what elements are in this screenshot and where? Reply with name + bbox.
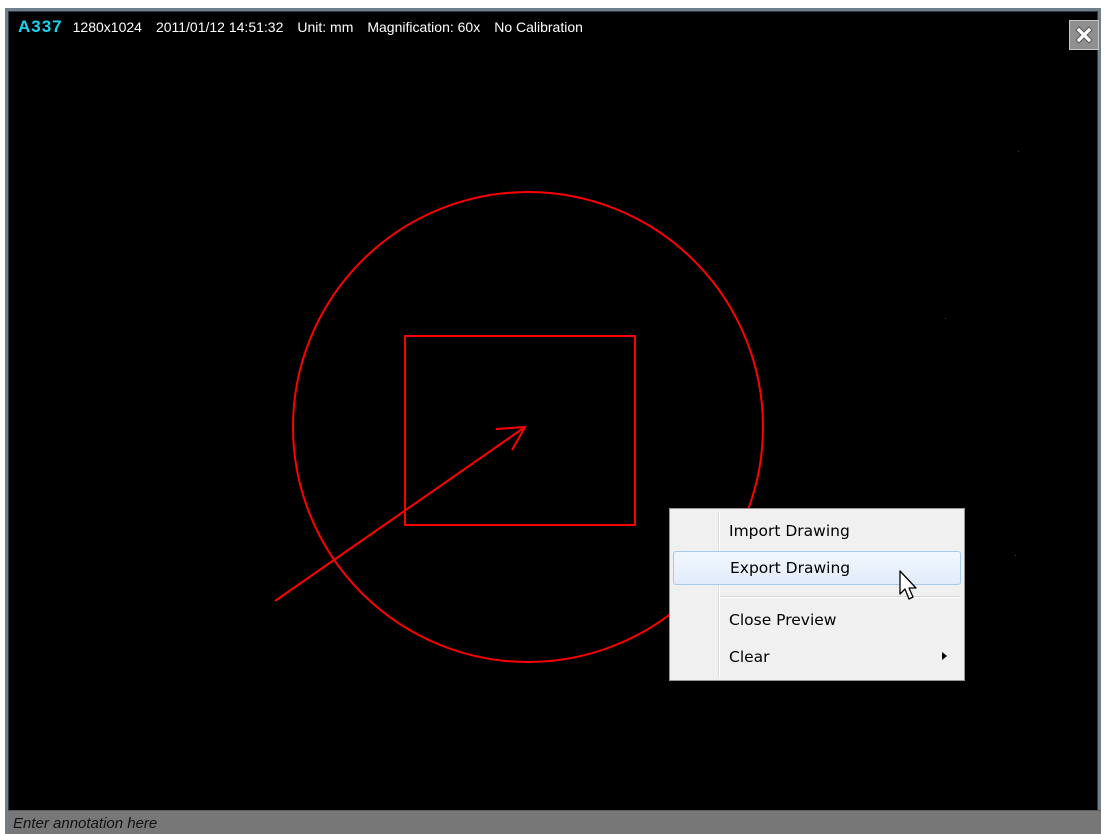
close-button[interactable]	[1069, 20, 1099, 50]
annotation-input[interactable]	[8, 811, 1101, 834]
menu-item-close-preview[interactable]: Close Preview	[673, 603, 961, 637]
menu-item-label: Import Drawing	[729, 522, 850, 540]
annotation-bar	[8, 810, 1101, 834]
unit-label: Unit: mm	[297, 19, 354, 35]
menu-item-label: Clear	[729, 648, 770, 666]
menu-item-clear[interactable]: Clear	[673, 640, 961, 674]
submenu-arrow-icon	[942, 652, 947, 660]
info-bar: A337 1280x1024 2011/01/12 14:51:32 Unit:…	[18, 17, 597, 37]
menu-item-import-drawing[interactable]: Import Drawing	[673, 514, 961, 548]
mouse-pointer-icon	[899, 570, 917, 600]
close-x-icon	[1075, 26, 1093, 44]
camera-id: A337	[18, 17, 63, 36]
menu-item-label: Export Drawing	[730, 559, 851, 577]
magnification-label: Magnification: 60x	[367, 19, 481, 35]
menu-separator	[720, 596, 960, 598]
calibration-label: No Calibration	[494, 19, 583, 35]
resolution-label: 1280x1024	[72, 19, 142, 35]
menu-item-label: Close Preview	[729, 611, 837, 629]
datetime-label: 2011/01/12 14:51:32	[155, 19, 284, 35]
preview-window[interactable]	[5, 8, 1101, 834]
